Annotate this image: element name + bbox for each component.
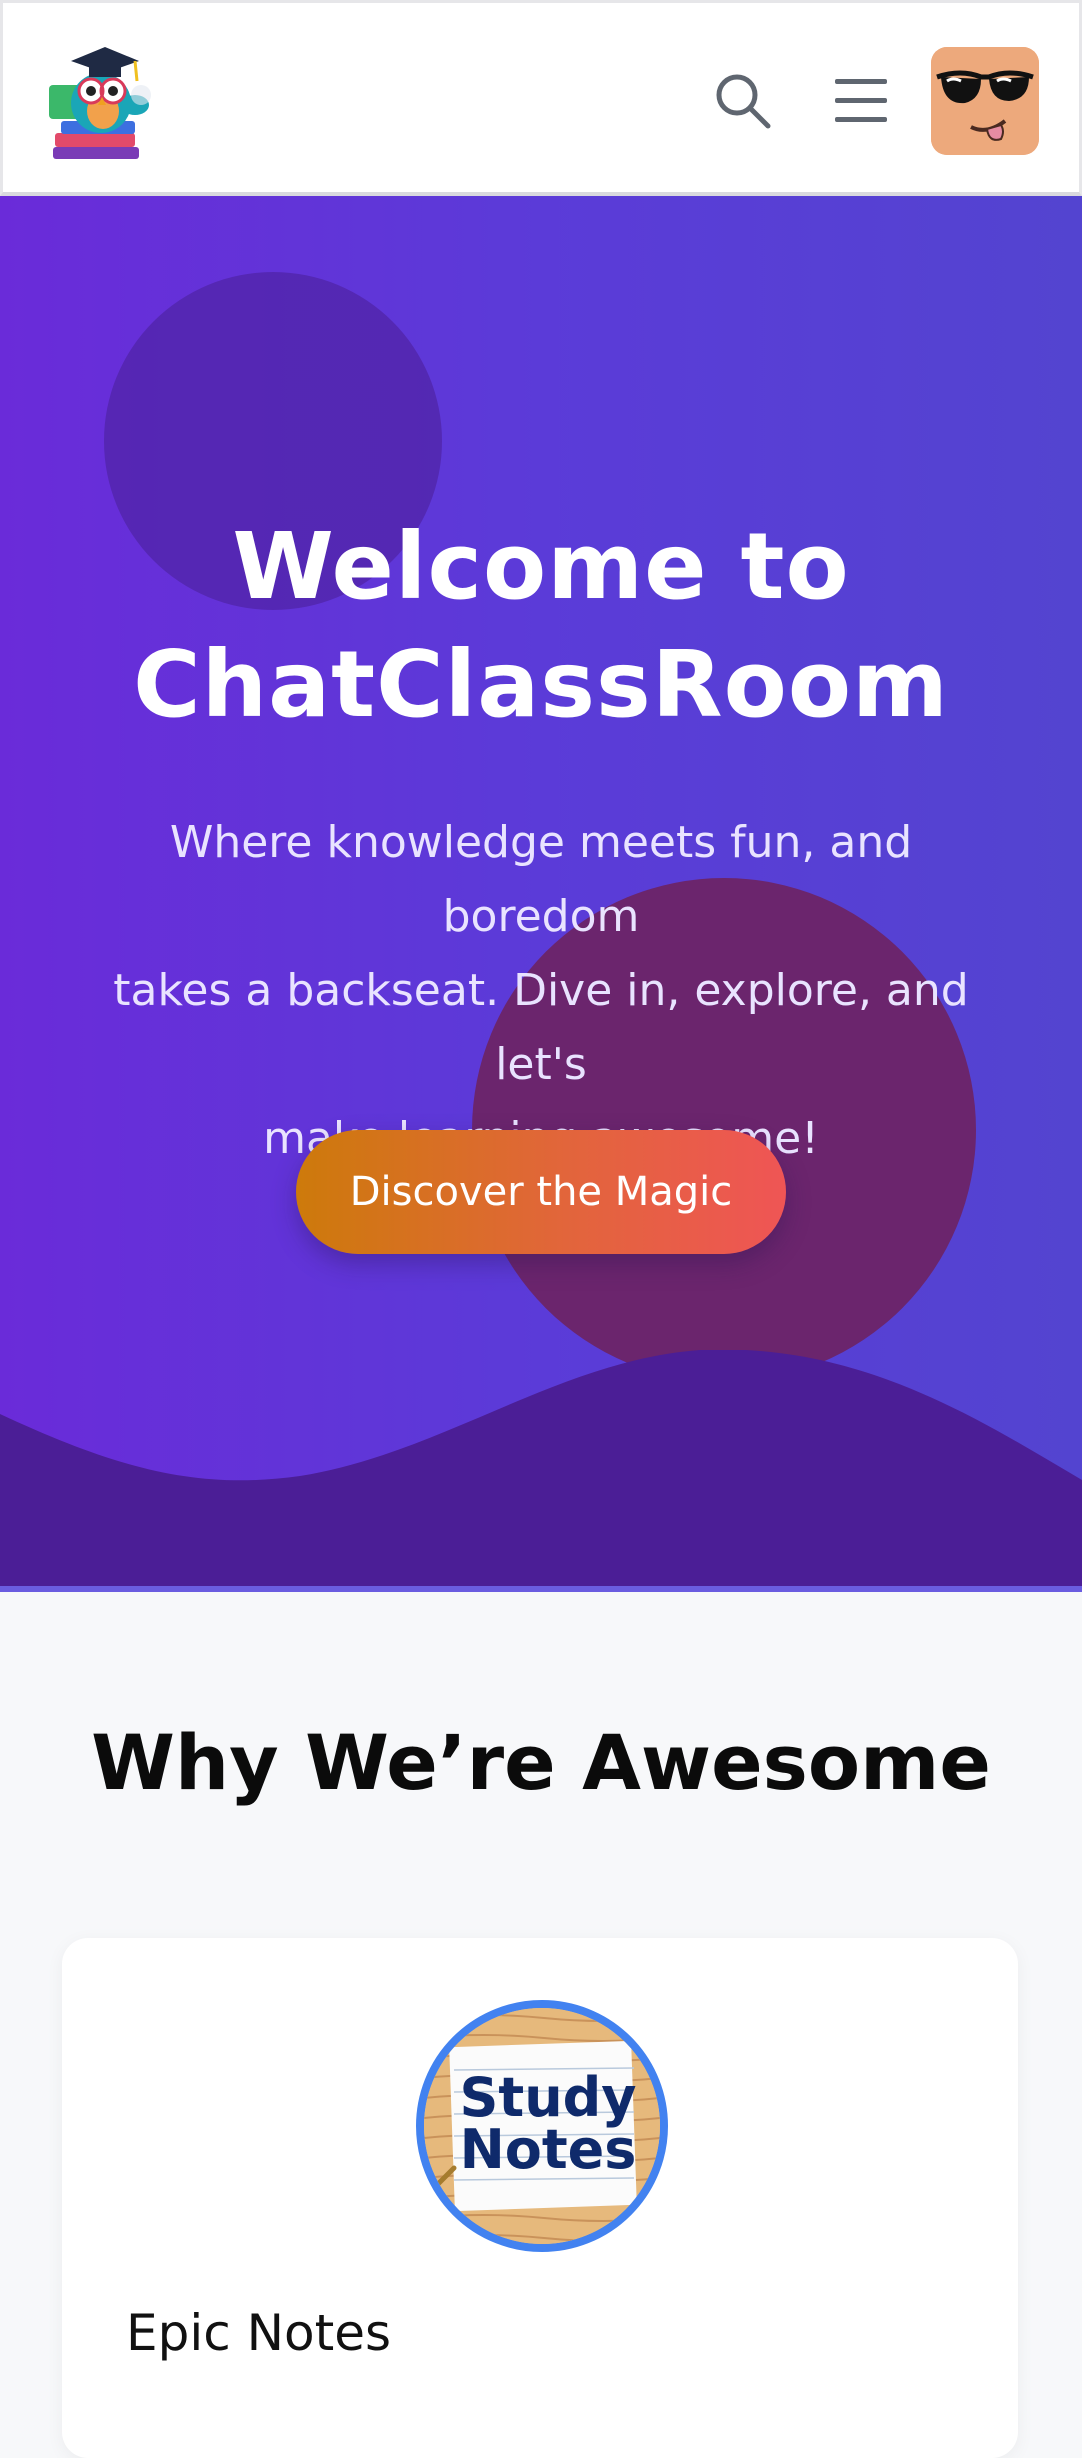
discover-magic-button[interactable]: Discover the Magic xyxy=(296,1130,786,1254)
section-title: Why We’re Awesome xyxy=(91,1718,991,1807)
hamburger-menu-icon[interactable] xyxy=(831,75,891,127)
hero-section: Welcome to ChatClassRoom Where knowledge… xyxy=(0,196,1082,1590)
study-notes-icon: Study Notes xyxy=(416,2000,668,2252)
hero-title: Welcome to ChatClassRoom xyxy=(0,508,1082,744)
feature-card[interactable]: Study Notes Epic Notes xyxy=(62,1938,1018,2458)
sunglasses-face-icon xyxy=(931,47,1039,155)
hero-subtitle-line: takes a backseat. Dive in, explore, and … xyxy=(113,965,969,1090)
hero-subtitle-line: Where knowledge meets fun, and boredom xyxy=(169,817,913,942)
user-avatar[interactable] xyxy=(931,47,1039,155)
divider xyxy=(0,1586,1082,1592)
card-title: Epic Notes xyxy=(126,2304,392,2362)
search-icon[interactable] xyxy=(713,71,775,133)
hero-subtitle: Where knowledge meets fun, and boredom t… xyxy=(76,806,1006,1176)
top-header xyxy=(0,0,1082,196)
hero-wave-shape xyxy=(0,1350,1082,1590)
owl-logo-icon[interactable] xyxy=(43,35,161,165)
hero-title-line: ChatClassRoom xyxy=(133,631,949,738)
icon-text: Notes xyxy=(460,2118,637,2181)
hero-title-line: Welcome to xyxy=(232,513,850,620)
